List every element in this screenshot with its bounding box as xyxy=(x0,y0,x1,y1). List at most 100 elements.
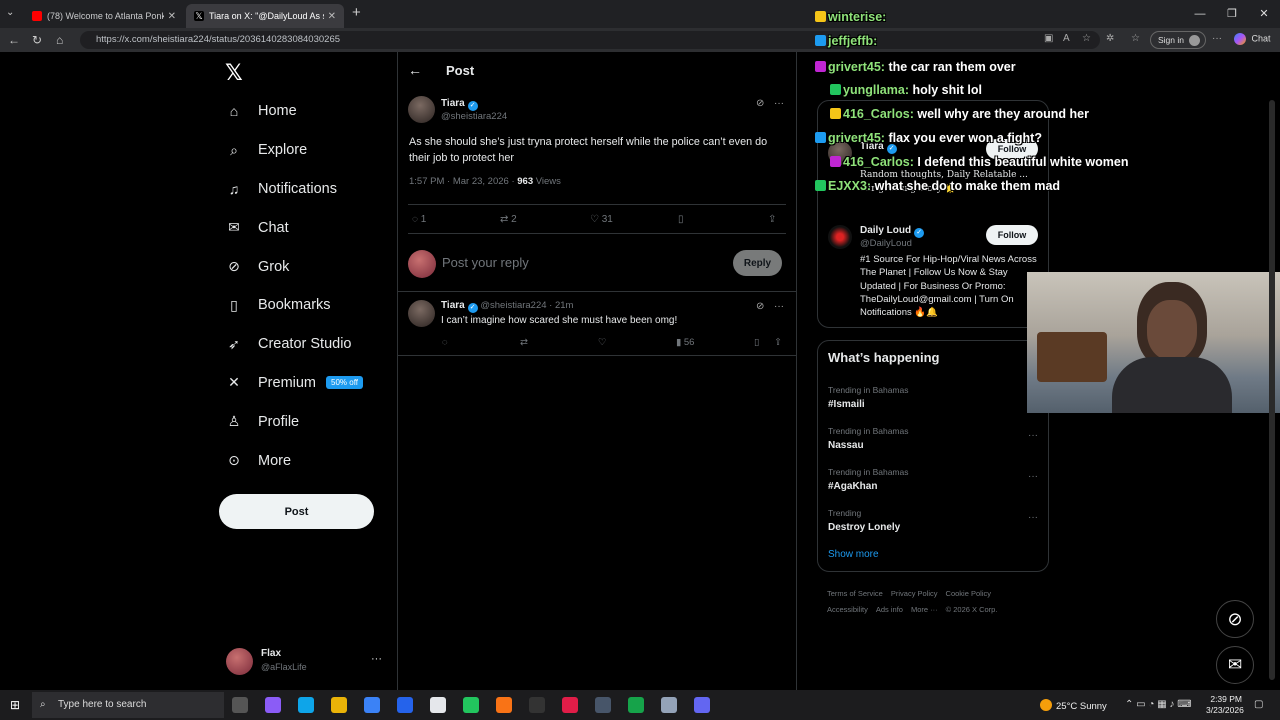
author-name[interactable]: Tiara ✓ xyxy=(441,98,478,111)
share-icon[interactable]: ⇪ xyxy=(768,214,776,225)
reply-button[interactable]: Reply xyxy=(733,250,782,276)
messages-fab-icon[interactable]: ✉ xyxy=(1216,646,1254,684)
footer-link[interactable]: © 2026 X Corp. xyxy=(946,605,998,614)
footer-link[interactable]: Terms of Service xyxy=(827,589,883,598)
extensions-icon[interactable]: ✲ xyxy=(1106,33,1114,44)
app-icon[interactable] xyxy=(496,697,512,713)
grok-fab-icon[interactable]: ⊘ xyxy=(1216,600,1254,638)
back-icon[interactable]: ← xyxy=(8,33,20,47)
app-icon[interactable]: ▣ xyxy=(1044,33,1053,44)
back-arrow-icon[interactable]: ← xyxy=(408,62,422,78)
maximize-icon[interactable]: ❐ xyxy=(1216,0,1248,28)
more-dots-icon[interactable]: ··· xyxy=(1028,471,1038,482)
follow-button[interactable]: Follow xyxy=(986,225,1038,245)
trend-item[interactable]: Trending Destroy Lonely ··· xyxy=(828,508,1040,533)
reply-icon[interactable]: ◌ xyxy=(442,337,448,348)
reply-input[interactable]: Post your reply xyxy=(442,255,529,270)
nav-item-bookmarks[interactable]: ▯ Bookmarks xyxy=(218,286,388,325)
taskbar-search[interactable]: ⌕ Type here to search xyxy=(32,692,224,718)
copilot-chat-button[interactable]: Chat xyxy=(1234,33,1271,45)
favorites-icon[interactable]: ☆ xyxy=(1131,33,1140,44)
author-handle[interactable]: @sheistiara224 xyxy=(441,111,507,122)
repost-action[interactable]: ⇄ 2 xyxy=(500,214,517,225)
app-icon[interactable] xyxy=(661,697,677,713)
more-dots-icon[interactable]: ··· xyxy=(774,301,784,312)
views-action[interactable]: ▮ 56 xyxy=(676,337,694,348)
close-tab-icon[interactable]: ✕ xyxy=(328,11,336,22)
spotify-icon[interactable] xyxy=(463,697,479,713)
more-dots-icon[interactable]: ··· xyxy=(774,98,784,109)
account-switcher[interactable]: Flax @aFlaxLife ··· xyxy=(226,646,386,678)
x-logo-icon[interactable]: 𝕏 xyxy=(225,60,243,86)
post-button[interactable]: Post xyxy=(219,494,374,529)
discord-icon[interactable] xyxy=(694,697,710,713)
footer-link[interactable]: Ads info xyxy=(876,605,903,614)
bookmark-icon[interactable]: ▯ xyxy=(678,214,684,225)
nav-item-premium[interactable]: ✕ Premium 50% off xyxy=(218,364,388,403)
repost-icon[interactable]: ⇄ xyxy=(520,337,528,348)
app-icon[interactable] xyxy=(595,697,611,713)
weather-widget[interactable]: 25°C Sunny xyxy=(1040,699,1107,712)
clock[interactable]: 2:39 PM 3/23/2026 xyxy=(1206,694,1244,716)
reply-action[interactable]: ◌ 1 xyxy=(412,214,426,225)
store-icon[interactable] xyxy=(364,697,380,713)
nav-item-explore[interactable]: ⌕ Explore xyxy=(218,131,388,170)
more-dots-icon[interactable]: ··· xyxy=(1028,430,1038,441)
windows-start-icon[interactable]: ⊞ xyxy=(10,698,20,712)
grok-icon[interactable]: ⊘ xyxy=(756,301,764,312)
heart-icon[interactable]: ♡ xyxy=(598,337,607,348)
trend-item[interactable]: Trending in Bahamas #Ismaili xyxy=(828,385,1040,410)
nav-item-more[interactable]: ⊙ More xyxy=(218,441,388,480)
like-action[interactable]: ♡ 31 xyxy=(590,214,613,225)
bookmark-icon[interactable]: ▯ xyxy=(754,337,759,348)
url-field[interactable]: https://x.com/sheistiara224/status/20361… xyxy=(80,31,1100,49)
footer-link[interactable]: Accessibility xyxy=(827,605,868,614)
avatar[interactable] xyxy=(408,300,435,327)
more-menu-icon[interactable]: ··· xyxy=(1212,33,1222,44)
trend-item[interactable]: Trending in Bahamas #AgaKhan ··· xyxy=(828,467,1040,492)
nav-item-creator-studio[interactable]: ➶ Creator Studio xyxy=(218,325,388,364)
copilot-icon[interactable] xyxy=(265,697,281,713)
nav-item-chat[interactable]: ✉ Chat xyxy=(218,208,388,247)
tab-list-chevron-icon[interactable]: ⌄ xyxy=(6,7,14,18)
footer-link[interactable]: Cookie Policy xyxy=(946,589,991,598)
edge-icon[interactable] xyxy=(298,697,314,713)
close-window-icon[interactable]: ✕ xyxy=(1248,0,1280,28)
post-time[interactable]: 1:57 PM · Mar 23, 2026 · xyxy=(409,176,517,187)
mail-icon[interactable] xyxy=(397,697,413,713)
read-aloud-icon[interactable]: A xyxy=(1063,33,1070,44)
app-icon[interactable] xyxy=(562,697,578,713)
sign-in-button[interactable]: Sign in xyxy=(1150,31,1206,49)
nav-item-home[interactable]: ⌂ Home xyxy=(218,92,388,131)
new-tab-icon[interactable]: + xyxy=(352,4,361,21)
scrollbar[interactable] xyxy=(1269,100,1275,680)
footer-link[interactable]: Privacy Policy xyxy=(891,589,938,598)
reply-post[interactable]: Tiara ✓ @sheistiara224 · 21m ⊘ ··· I can’… xyxy=(398,292,796,356)
favorite-star-icon[interactable]: ☆ xyxy=(1082,33,1091,44)
nav-item-notifications[interactable]: ♫ Notifications xyxy=(218,170,388,209)
notes-icon[interactable] xyxy=(430,697,446,713)
system-tray-icons[interactable]: ⌃ ▭ ◔ ▦ ♪ ⌨ xyxy=(1125,699,1192,710)
obs-icon[interactable] xyxy=(529,697,545,713)
avatar[interactable] xyxy=(408,96,435,123)
task-view-icon[interactable] xyxy=(232,697,248,713)
nav-item-grok[interactable]: ⊘ Grok xyxy=(218,247,388,286)
refresh-icon[interactable]: ↻ xyxy=(32,33,42,47)
show-more-link[interactable]: Show more xyxy=(828,549,879,560)
xbox-icon[interactable] xyxy=(628,697,644,713)
grok-icon[interactable]: ⊘ xyxy=(756,98,764,109)
nav-item-profile[interactable]: ♙ Profile xyxy=(218,402,388,441)
home-browser-icon[interactable]: ⌂ xyxy=(56,33,63,47)
more-dots-icon[interactable]: ··· xyxy=(1028,512,1038,523)
share-icon[interactable]: ⇪ xyxy=(774,337,782,348)
notifications-icon[interactable]: ▢ xyxy=(1254,699,1263,710)
trend-item[interactable]: Trending in Bahamas Nassau ··· xyxy=(828,426,1040,451)
minimize-icon[interactable]: — xyxy=(1184,0,1216,28)
footer-link[interactable]: More ··· xyxy=(911,605,938,614)
file-explorer-icon[interactable] xyxy=(331,697,347,713)
tab-youtube[interactable]: (78) Welcome to Atlanta Ponks | Y ✕ xyxy=(24,4,184,28)
comment-author[interactable]: Tiara ✓ @sheistiara224 · 21m xyxy=(441,300,573,313)
comment-author-name: Tiara xyxy=(441,300,465,311)
close-tab-icon[interactable]: ✕ xyxy=(168,11,176,22)
tab-x-post[interactable]: 𝕏 Tiara on X: "@DailyLoud As she s ✕ xyxy=(186,4,344,28)
